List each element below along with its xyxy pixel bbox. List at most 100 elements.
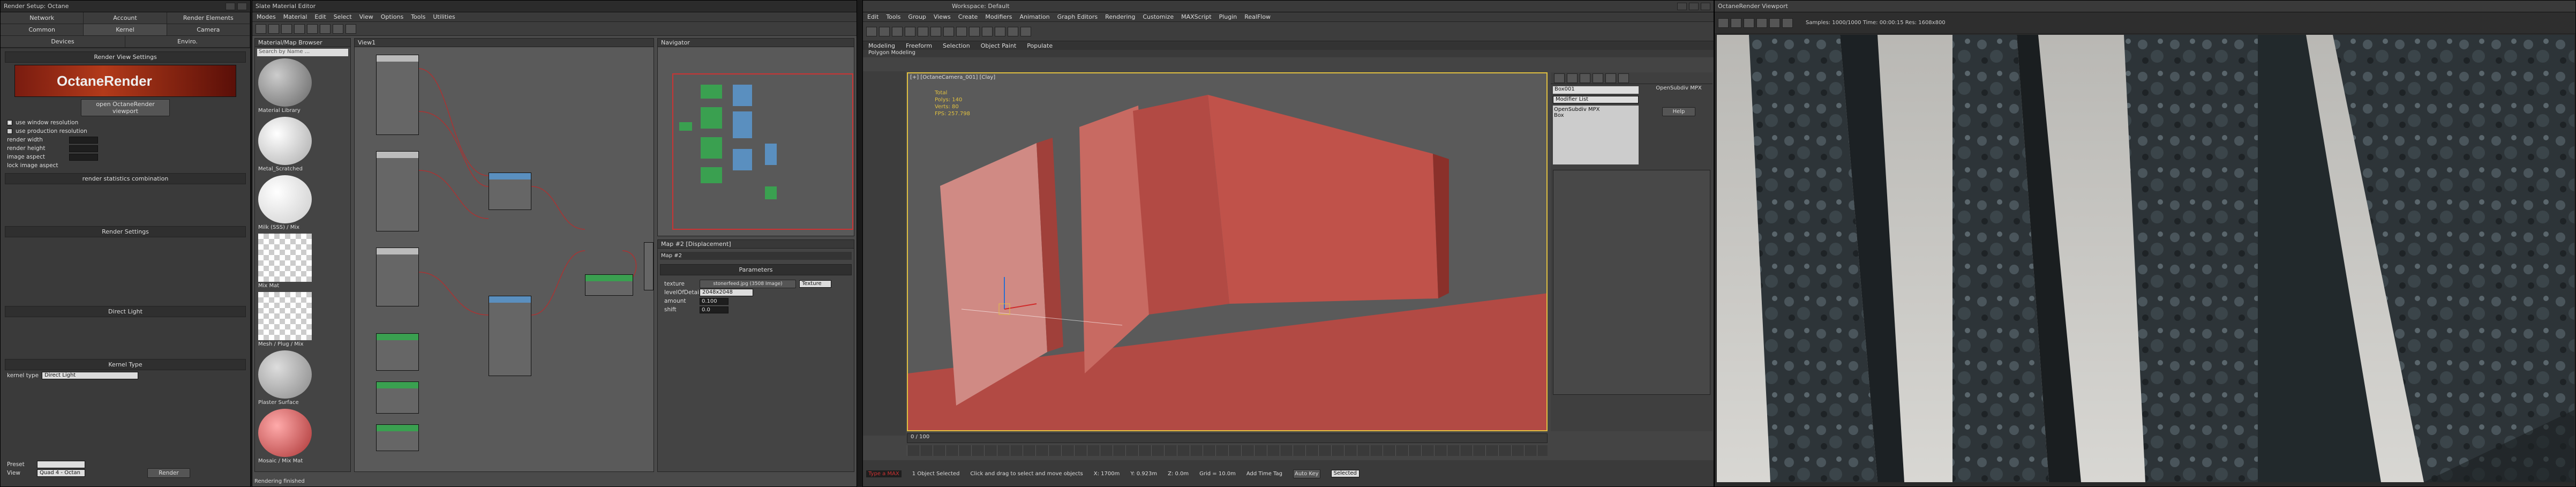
close-button[interactable] [237, 2, 247, 10]
move-children-icon[interactable] [307, 24, 318, 34]
menu-graph-editors[interactable]: Graph Editors [1057, 13, 1098, 20]
scale-icon[interactable] [943, 26, 954, 36]
tab-render-elements[interactable]: Render Elements [167, 12, 250, 24]
delete-icon[interactable] [294, 24, 305, 34]
direct-light-header[interactable]: Direct Light [5, 306, 246, 317]
play-icon[interactable] [1718, 18, 1729, 28]
modifier-stack-item[interactable]: Box [1554, 113, 1638, 118]
help-button[interactable]: Help [1662, 107, 1695, 116]
region-icon[interactable] [1782, 18, 1793, 28]
render-width-spinner[interactable] [69, 136, 98, 144]
menu-edit[interactable]: Edit [314, 13, 326, 20]
menu-maxscript[interactable]: MAXScript [1181, 13, 1211, 20]
ribbon-tab-selection[interactable]: Selection [943, 42, 970, 49]
refresh-icon[interactable] [1756, 18, 1767, 28]
render-button[interactable]: Render [147, 468, 190, 478]
view-tab[interactable]: View1 [355, 39, 654, 47]
amount-spinner[interactable]: 0.100 [700, 297, 729, 305]
material-node[interactable] [376, 55, 419, 135]
tab-devices[interactable]: Devices [1, 36, 125, 48]
kernel-header[interactable]: Render Settings [5, 226, 246, 237]
menu-modes[interactable]: Modes [257, 13, 276, 20]
displacement-node[interactable] [585, 274, 633, 296]
render-icon[interactable] [1020, 26, 1031, 36]
checkbox[interactable] [7, 129, 12, 134]
menu-realflow[interactable]: RealFlow [1244, 13, 1271, 20]
menu-create[interactable]: Create [958, 13, 978, 20]
focus-picker-icon[interactable] [1769, 18, 1780, 28]
maxscript-listener[interactable]: Type a MAX [866, 470, 902, 477]
menu-views[interactable]: Views [934, 13, 951, 20]
assign-material-icon[interactable] [281, 24, 292, 34]
link-icon[interactable] [892, 26, 903, 36]
coord-z[interactable]: Z: 0.0m [1168, 471, 1189, 477]
minimize-button[interactable] [1677, 2, 1687, 10]
texture-type-dropdown[interactable]: Texture [799, 280, 831, 288]
material-editor-icon[interactable] [995, 26, 1005, 36]
coord-y[interactable]: Y: 0.923m [1130, 471, 1157, 477]
tab-kernel[interactable]: Kernel [84, 24, 167, 36]
viewer-titlebar[interactable]: OctaneRender Viewport [1715, 1, 2575, 12]
perspective-viewport[interactable]: [+] [OctaneCamera_001] [Clay] Total Poly… [907, 72, 1548, 431]
maximize-button[interactable] [1689, 2, 1699, 10]
mirror-icon[interactable] [969, 26, 980, 36]
sub-tab[interactable]: Polygon Modeling [863, 50, 1714, 57]
menu-material[interactable]: Material [283, 13, 307, 20]
render-output[interactable] [1717, 35, 2574, 482]
max-titlebar[interactable]: Workspace: Default [863, 1, 1714, 12]
settings-titlebar[interactable]: Render Setup: Octane [1, 1, 250, 12]
material-swatch[interactable] [258, 292, 312, 340]
hierarchy-tab-icon[interactable] [1580, 73, 1590, 83]
render-setup-icon[interactable] [1008, 26, 1018, 36]
slate-titlebar[interactable]: Slate Material Editor [252, 1, 857, 12]
pick-material-icon[interactable] [268, 24, 279, 34]
texture-node[interactable] [376, 381, 419, 414]
image-aspect-spinner[interactable] [69, 153, 98, 161]
close-button[interactable] [1701, 2, 1710, 10]
mix-node[interactable] [489, 173, 531, 210]
parameters-rollout[interactable]: Parameters [660, 264, 852, 275]
texture-node[interactable] [376, 333, 419, 371]
menu-view[interactable]: View [359, 13, 373, 20]
move-icon[interactable] [918, 26, 928, 36]
key-filter-dropdown[interactable]: Selected [1331, 470, 1360, 477]
hide-unused-icon[interactable] [320, 24, 331, 34]
time-slider[interactable]: 0 / 100 [907, 433, 1548, 443]
tab-account[interactable]: Account [84, 12, 167, 24]
create-tab-icon[interactable] [1554, 73, 1565, 83]
track-bar[interactable] [907, 445, 1548, 456]
motion-tab-icon[interactable] [1593, 73, 1603, 83]
stop-icon[interactable] [1744, 18, 1754, 28]
menu-edit[interactable]: Edit [867, 13, 878, 20]
layout-all-icon[interactable] [333, 24, 343, 34]
modifier-list-dropdown[interactable]: Modifier List [1553, 96, 1639, 103]
menu-plugin[interactable]: Plugin [1219, 13, 1237, 20]
menu-customize[interactable]: Customize [1143, 13, 1174, 20]
pause-icon[interactable] [1731, 18, 1741, 28]
view-dropdown[interactable]: Quad 4 - Octan [37, 469, 85, 477]
material-swatch[interactable] [258, 117, 312, 165]
render-view-header[interactable]: Render View Settings [5, 51, 246, 63]
shift-spinner[interactable]: 0.0 [700, 306, 729, 313]
auto-key-button[interactable]: Auto Key [1293, 469, 1320, 478]
layout-children-icon[interactable] [346, 24, 356, 34]
ribbon-tab-object-paint[interactable]: Object Paint [981, 42, 1017, 49]
menu-modifiers[interactable]: Modifiers [985, 13, 1012, 20]
output-node[interactable] [644, 242, 654, 290]
snap-icon[interactable] [956, 26, 967, 36]
menu-rendering[interactable]: Rendering [1105, 13, 1135, 20]
render-stats-header[interactable]: render statistics combination [5, 173, 246, 184]
object-name-field[interactable]: Box001 [1553, 86, 1639, 94]
level-dropdown[interactable]: 2048x2048 [700, 289, 753, 296]
menu-utilities[interactable]: Utilities [433, 13, 455, 20]
minimize-button[interactable] [226, 2, 235, 10]
viewport-label[interactable]: [+] [OctaneCamera_001] [Clay] [910, 74, 995, 80]
modifier-stack-item[interactable]: OpenSubdiv MPX [1554, 107, 1638, 113]
modifier-stack[interactable]: OpenSubdiv MPX Box [1553, 106, 1639, 164]
coord-x[interactable]: X: 1700m [1094, 471, 1120, 477]
kernel-type-dropdown[interactable]: Direct Light [42, 372, 139, 379]
tab-environment[interactable]: Enviro. [125, 36, 250, 48]
tab-network[interactable]: Network [1, 12, 84, 24]
add-time-tag[interactable]: Add Time Tag [1246, 471, 1282, 477]
material-swatch[interactable] [258, 409, 312, 457]
